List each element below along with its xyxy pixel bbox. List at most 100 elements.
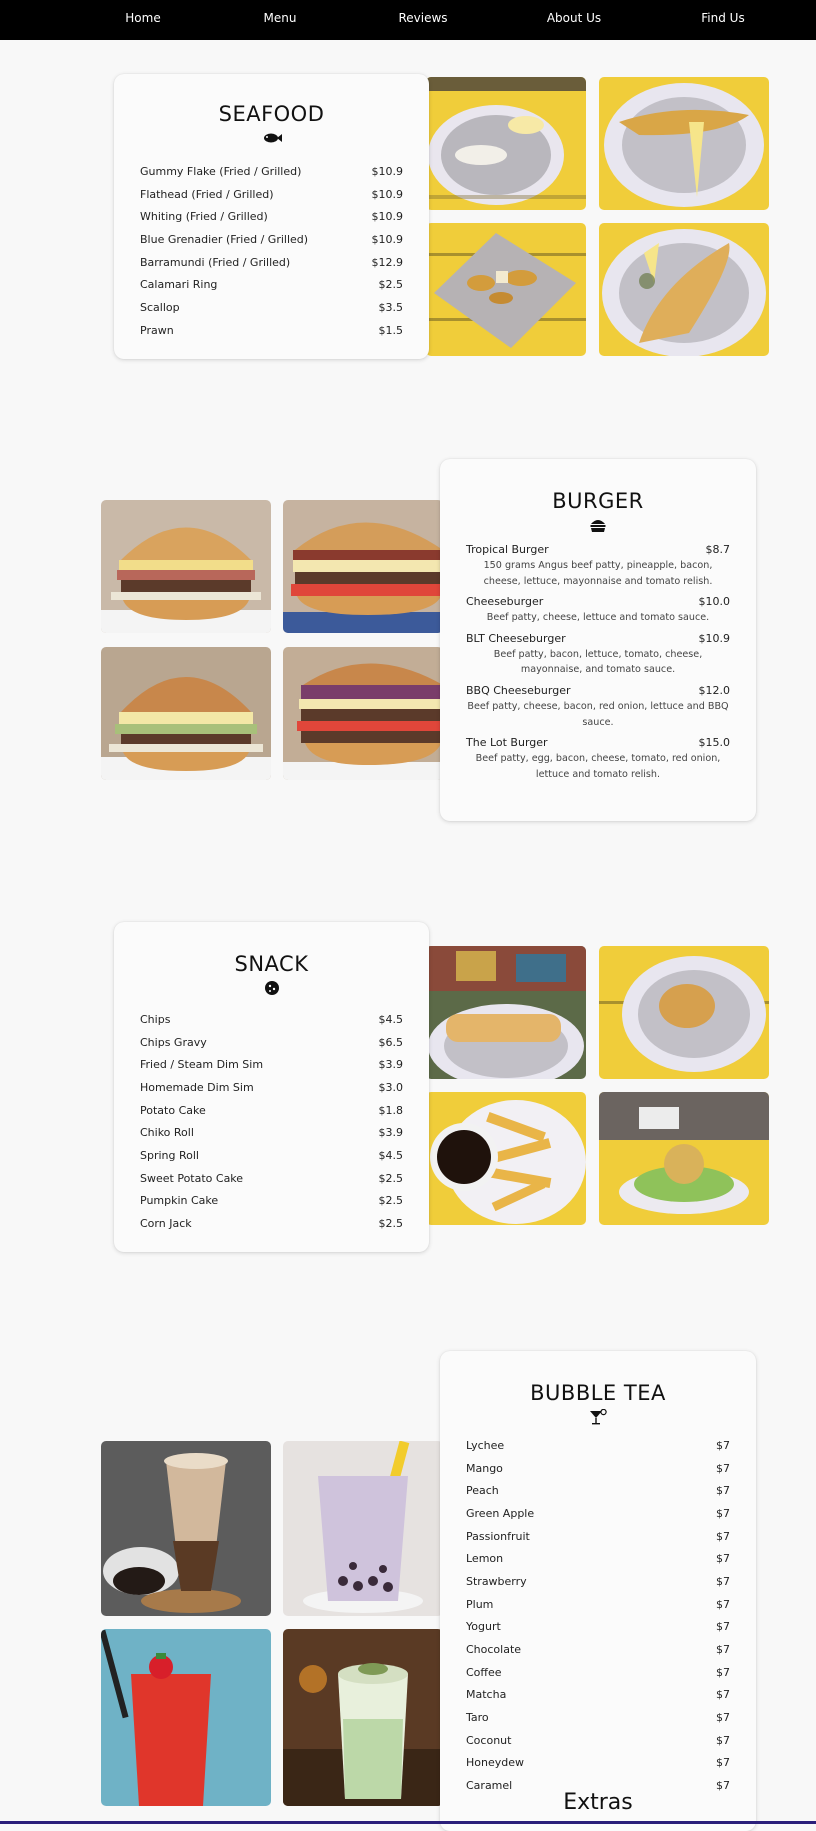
item-description: Beef patty, cheese, bacon, red onion, le… — [467, 700, 729, 728]
item-price: $7 — [716, 1711, 730, 1725]
item-price: $2.5 — [378, 1171, 404, 1185]
bubble-tea-photo-matcha — [283, 1629, 443, 1806]
item-price: $12.9 — [371, 255, 404, 269]
bubble-tea-photo-milk-tea — [101, 1441, 271, 1616]
item-name: Homemade Dim Sim — [140, 1080, 254, 1094]
nav-reviews-link[interactable]: Reviews — [398, 0, 447, 36]
item-price: $3.9 — [378, 1126, 404, 1140]
burger-photo-the-lot — [283, 647, 443, 780]
bubble-tea-menu-card: BUBBLE TEA Lychee $7 Mango $7 Peach $7 Gree… — [440, 1351, 756, 1831]
item-name: Chocolate — [466, 1643, 522, 1657]
menu-item: Chips Gravy $6.5 — [140, 1031, 403, 1054]
item-name: Cheeseburger — [466, 595, 544, 609]
item-price: $10.9 — [371, 210, 404, 224]
item-name: Mango — [466, 1461, 503, 1475]
menu-item: Spring Roll $4.5 — [140, 1144, 403, 1167]
menu-item: Yogurt $7 — [466, 1616, 730, 1639]
snack-photo-spring-roll — [426, 946, 586, 1079]
extras-heading: Extras — [563, 1790, 633, 1815]
menu-item: Strawberry $7 — [466, 1570, 730, 1593]
item-name: Chips — [140, 1012, 171, 1026]
snack-photo-chips-gravy — [426, 1092, 586, 1225]
cocktail-icon — [590, 1409, 607, 1425]
nav-home-link[interactable]: Home — [125, 0, 160, 36]
burger-menu-card: BURGER Tropical Burger $8.7 150 grams Ang… — [440, 459, 756, 821]
item-name: Honeydew — [466, 1756, 524, 1770]
menu-item: Blue Grenadier (Fried / Grilled) $10.9 — [140, 228, 403, 251]
menu-item: Homemade Dim Sim $3.0 — [140, 1076, 403, 1099]
item-price: $7 — [716, 1552, 730, 1566]
snack-title: SNACK — [234, 952, 309, 976]
bubble-tea-items-list: Lychee $7 Mango $7 Peach $7 Green Apple $7 P… — [466, 1434, 730, 1797]
item-price: $7 — [716, 1506, 730, 1520]
item-price: $2.5 — [378, 1194, 404, 1208]
item-price: $3.0 — [378, 1080, 404, 1094]
item-price: $10.0 — [698, 595, 731, 609]
item-price: $7 — [716, 1665, 730, 1679]
burger-photo-blt — [101, 647, 271, 780]
item-price: $7 — [716, 1461, 730, 1475]
item-name: Passionfruit — [466, 1529, 530, 1543]
item-price: $8.7 — [705, 543, 731, 556]
item-price: $10.9 — [371, 164, 404, 178]
item-price: $7 — [716, 1756, 730, 1770]
item-price: $10.9 — [698, 631, 731, 645]
item-name: Blue Grenadier (Fried / Grilled) — [140, 232, 309, 246]
item-name: Potato Cake — [140, 1103, 206, 1117]
burger-photo-cheeseburger — [283, 500, 443, 633]
item-name: Whiting (Fried / Grilled) — [140, 210, 268, 224]
item-price: $3.9 — [378, 1058, 404, 1072]
top-navigation-bar: Home Menu Reviews About Us Find Us — [0, 0, 816, 40]
seafood-photo-fried-flake — [599, 223, 769, 356]
menu-item: Barramundi (Fried / Grilled) $12.9 — [140, 251, 403, 274]
menu-item: BBQ Cheeseburger $12.0 Beef patty, cheese… — [466, 684, 730, 730]
item-name: BLT Cheeseburger — [466, 631, 566, 645]
item-description: Beef patty, cheese, lettuce and tomato s… — [486, 612, 710, 624]
item-price: $2.5 — [378, 278, 404, 292]
burger-items-list: Tropical Burger $8.7 150 grams Angus beef… — [466, 543, 730, 782]
item-price: $4.5 — [378, 1148, 404, 1162]
nav-find-us-link[interactable]: Find Us — [701, 0, 744, 36]
nav-menu-link[interactable]: Menu — [264, 0, 297, 36]
item-name: Corn Jack — [140, 1217, 192, 1231]
menu-item: Sweet Potato Cake $2.5 — [140, 1167, 403, 1190]
item-name: Coconut — [466, 1733, 512, 1747]
snack-photo-potato-cake — [599, 946, 769, 1079]
item-name: Green Apple — [466, 1506, 535, 1520]
burger-title: BURGER — [552, 489, 644, 513]
item-name: Fried / Steam Dim Sim — [140, 1058, 264, 1072]
item-price: $1.8 — [378, 1103, 404, 1117]
item-name: Gummy Flake (Fried / Grilled) — [140, 164, 302, 178]
menu-item: Passionfruit $7 — [466, 1525, 730, 1548]
seafood-title: SEAFOOD — [218, 102, 325, 126]
item-price: $7 — [716, 1484, 730, 1498]
menu-item: Scallop $3.5 — [140, 296, 403, 319]
item-description: 150 grams Angus beef patty, pineapple, b… — [483, 560, 713, 587]
item-name: Lemon — [466, 1552, 504, 1566]
fish-icon — [263, 133, 282, 143]
item-description: Beef patty, egg, bacon, cheese, tomato, … — [475, 753, 721, 780]
menu-item: Cheeseburger $10.0 Beef patty, cheese, le… — [466, 595, 730, 626]
menu-item: BLT Cheeseburger $10.9 Beef patty, bacon,… — [466, 632, 730, 678]
item-price: $10.9 — [371, 187, 404, 201]
item-price: $7 — [716, 1620, 730, 1634]
item-price: $2.5 — [378, 1217, 404, 1231]
burger-photo-tropical — [101, 500, 271, 633]
item-name: Spring Roll — [140, 1148, 199, 1162]
item-name: Pumpkin Cake — [140, 1194, 219, 1208]
item-price: $3.5 — [378, 300, 404, 314]
menu-item: The Lot Burger $15.0 Beef patty, egg, bac… — [466, 736, 730, 782]
item-price: $6.5 — [378, 1035, 404, 1049]
nav-about-us-link[interactable]: About Us — [547, 0, 601, 36]
item-price: $10.9 — [371, 232, 404, 246]
item-name: Chips Gravy — [140, 1035, 207, 1049]
menu-item: Honeydew $7 — [466, 1752, 730, 1775]
item-name: Yogurt — [466, 1620, 501, 1634]
seafood-menu-card: SEAFOOD Gummy Flake (Fried / Grilled) $10… — [114, 74, 429, 359]
menu-item: Flathead (Fried / Grilled) $10.9 — [140, 183, 403, 206]
menu-item: Mango $7 — [466, 1457, 730, 1480]
snack-menu-card: SNACK Chips $4.5 Chips Gravy $6.5 Fried / … — [114, 922, 429, 1252]
item-price: $4.5 — [378, 1012, 404, 1026]
bubble-tea-photo-taro — [283, 1441, 443, 1616]
menu-item: Potato Cake $1.8 — [140, 1099, 403, 1122]
